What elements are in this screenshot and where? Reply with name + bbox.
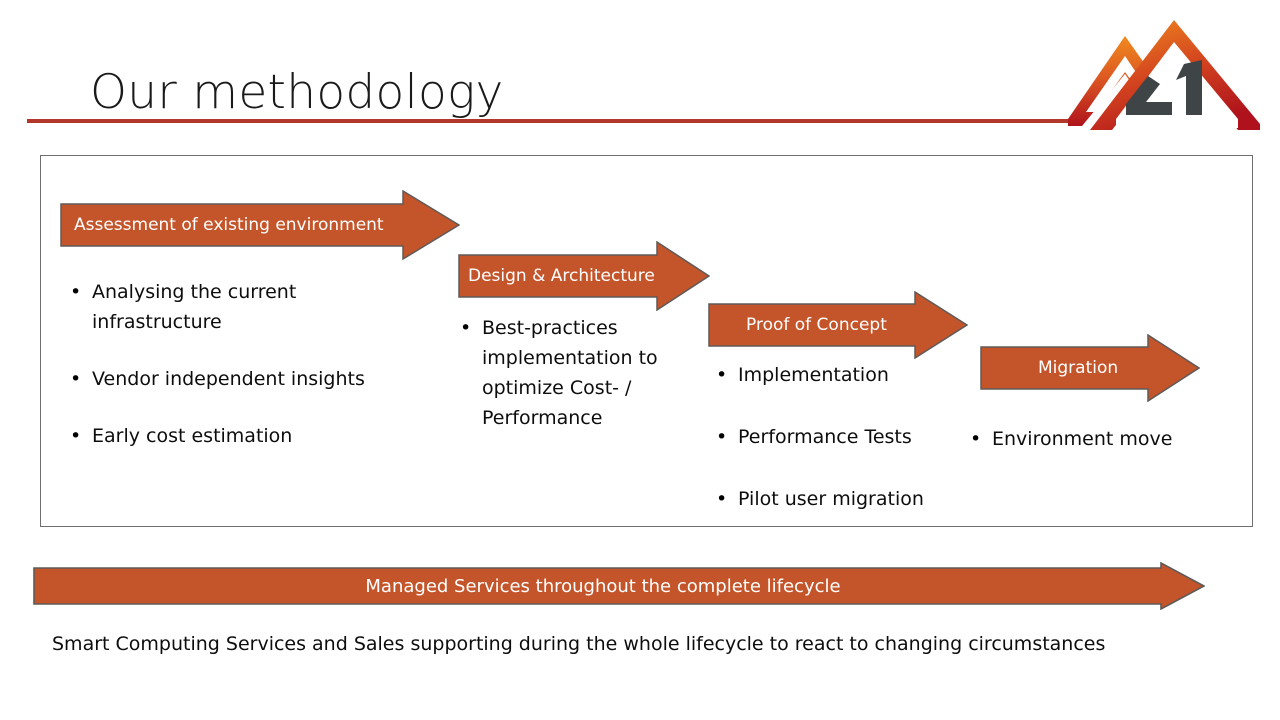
bullet-text: Pilot user migration (738, 488, 924, 510)
managed-services-arrow[interactable]: Managed Services throughout the complete… (33, 562, 1205, 610)
bullet-glyph-icon: • (716, 426, 728, 448)
bullet-text: Best-practices implementation to optimiz… (482, 317, 658, 429)
bullet-text: Performance Tests (738, 426, 912, 448)
bullet-text: Early cost estimation (92, 425, 293, 447)
stage-bullets-assessment: • Analysing the current infrastructure •… (62, 277, 402, 478)
stage-bullets-migration: • Environment move (962, 424, 1177, 454)
company-mountain-logo (1068, 16, 1260, 130)
bullet-glyph-icon: • (70, 281, 82, 303)
list-item: • Performance Tests (708, 422, 963, 452)
managed-services-arrow-label: Managed Services throughout the complete… (365, 575, 841, 597)
stage-arrow-label: Migration (1038, 358, 1119, 378)
list-item: • Early cost estimation (62, 421, 402, 451)
bullet-glyph-icon: • (716, 488, 728, 510)
list-item: • Vendor independent insights (62, 364, 402, 394)
bullet-text: Analysing the current infrastructure (92, 281, 297, 333)
list-item: • Best-practices implementation to optim… (452, 313, 672, 433)
stage-arrow-poc[interactable]: Proof of Concept (708, 291, 968, 359)
stage-arrow-design[interactable]: Design & Architecture (458, 241, 710, 311)
list-item: • Implementation (708, 360, 963, 390)
stage-arrow-assessment[interactable]: Assessment of existing environment (60, 190, 460, 260)
bullet-glyph-icon: • (460, 317, 472, 339)
stage-arrow-label: Assessment of existing environment (74, 215, 384, 235)
page-title: Our methodology (90, 65, 504, 120)
title-underline-rule (27, 119, 1075, 123)
bullet-text: Environment move (992, 428, 1173, 450)
bullet-glyph-icon: • (70, 425, 82, 447)
stage-bullets-poc: • Implementation • Performance Tests • P… (708, 360, 963, 546)
stage-arrow-label: Design & Architecture (468, 266, 655, 286)
bullet-text: Implementation (738, 364, 889, 386)
stage-bullets-design: • Best-practices implementation to optim… (452, 313, 672, 433)
footer-caption: Smart Computing Services and Sales suppo… (52, 633, 1106, 655)
bullet-glyph-icon: • (970, 428, 982, 450)
stage-arrow-migration[interactable]: Migration (980, 334, 1200, 402)
bullet-glyph-icon: • (70, 368, 82, 390)
list-item: • Environment move (962, 424, 1177, 454)
slide-canvas: Our methodology Assessment of existing e… (0, 0, 1280, 720)
list-item: • Analysing the current infrastructure (62, 277, 402, 337)
bullet-glyph-icon: • (716, 364, 728, 386)
bullet-text: Vendor independent insights (92, 368, 365, 390)
list-item: • Pilot user migration (708, 484, 963, 514)
stage-arrow-label: Proof of Concept (746, 315, 887, 335)
